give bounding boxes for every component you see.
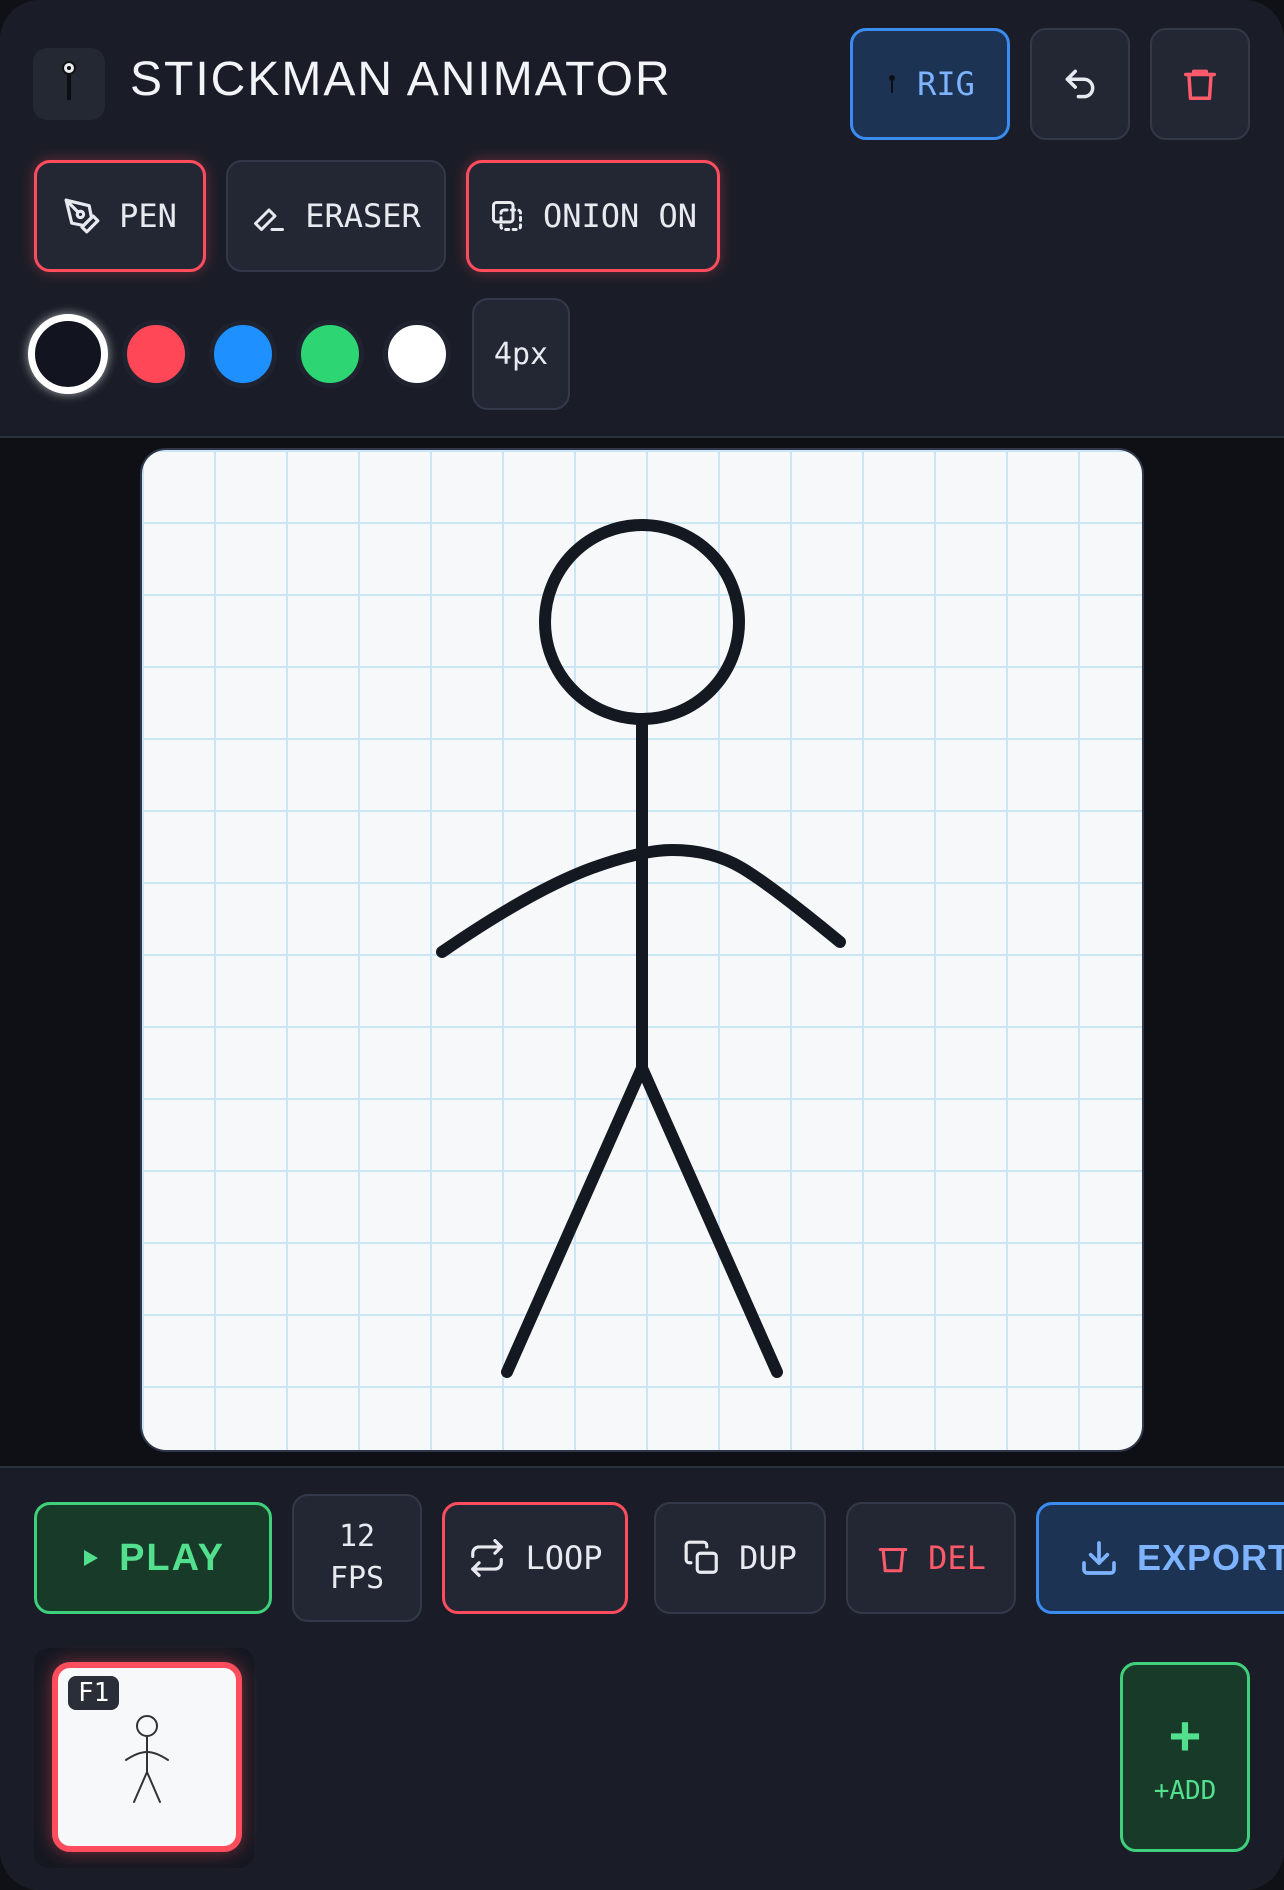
add-frame-button[interactable]: + +ADD [1120,1662,1250,1852]
rig-button[interactable]: RIG [850,28,1010,140]
pen-label: PEN [119,197,177,235]
download-icon [1082,1541,1116,1575]
stickman-logo-icon [62,61,76,100]
color-swatch-blue[interactable] [209,320,277,388]
toolbar-header: STICKMAN ANIMATOR RIG PEN ERASER ONION O… [0,0,1284,438]
drawing-canvas[interactable] [142,450,1142,1450]
play-button[interactable]: PLAY [34,1502,272,1614]
plus-icon: + [1168,1704,1202,1767]
trash-icon [1184,69,1216,100]
duplicate-frame-button[interactable]: DUP [654,1502,826,1614]
loop-toggle[interactable]: LOOP [442,1502,628,1614]
onion-label: ONION ON [542,197,698,235]
pen-icon [64,198,100,234]
pen-tool-button[interactable]: PEN [34,160,206,272]
color-swatch-red[interactable] [122,320,190,388]
add-frame-label: +ADD [1153,1776,1217,1806]
undo-icon [1065,69,1095,99]
delete-frame-button[interactable]: DEL [846,1502,1016,1614]
play-label: PLAY [119,1536,225,1579]
export-label: EXPORT [1137,1537,1284,1578]
stickman-drawing [436,519,846,1378]
eraser-tool-button[interactable]: ERASER [226,160,446,272]
dup-label: DUP [739,1539,797,1577]
onion-skin-icon [491,201,522,231]
app-title: STICKMAN ANIMATOR [130,53,672,106]
color-swatch-green[interactable] [296,320,364,388]
delete-icon [878,1547,908,1573]
loop-icon [471,1539,504,1577]
color-swatch-black[interactable] [28,314,108,394]
export-button[interactable]: EXPORT [1036,1502,1284,1614]
app-logo [33,48,105,120]
color-swatch-white[interactable] [383,320,451,388]
rig-label: RIG [917,65,975,103]
fps-selector[interactable]: 12 FPS [292,1494,422,1622]
brush-size-button[interactable]: 4px [472,298,570,410]
canvas-stage [0,438,1284,1466]
app-window: STICKMAN ANIMATOR RIG PEN ERASER ONION O… [0,0,1284,1890]
duplicate-icon [684,1540,718,1574]
undo-button[interactable] [1030,28,1130,140]
stickman-right-leg [636,1062,783,1378]
eraser-label: ERASER [305,197,421,235]
play-icon [84,1550,99,1566]
del-label: DEL [928,1539,986,1577]
fps-unit: FPS [329,1561,385,1596]
loop-label: LOOP [525,1539,603,1577]
playback-footer: PLAY 12 FPS LOOP DUP DEL EXPORT F1 + +AD… [0,1466,1284,1890]
stickman-left-leg [501,1062,648,1378]
frame-thumbnail[interactable]: F1 [52,1662,242,1852]
frame-number-badge: F1 [68,1676,120,1710]
rig-icon [889,75,896,93]
stickman-head [539,519,745,725]
fps-value: 12 [338,1519,376,1554]
clear-canvas-button[interactable] [1150,28,1250,140]
onion-skin-toggle[interactable]: ONION ON [466,160,720,272]
eraser-icon [254,208,285,231]
